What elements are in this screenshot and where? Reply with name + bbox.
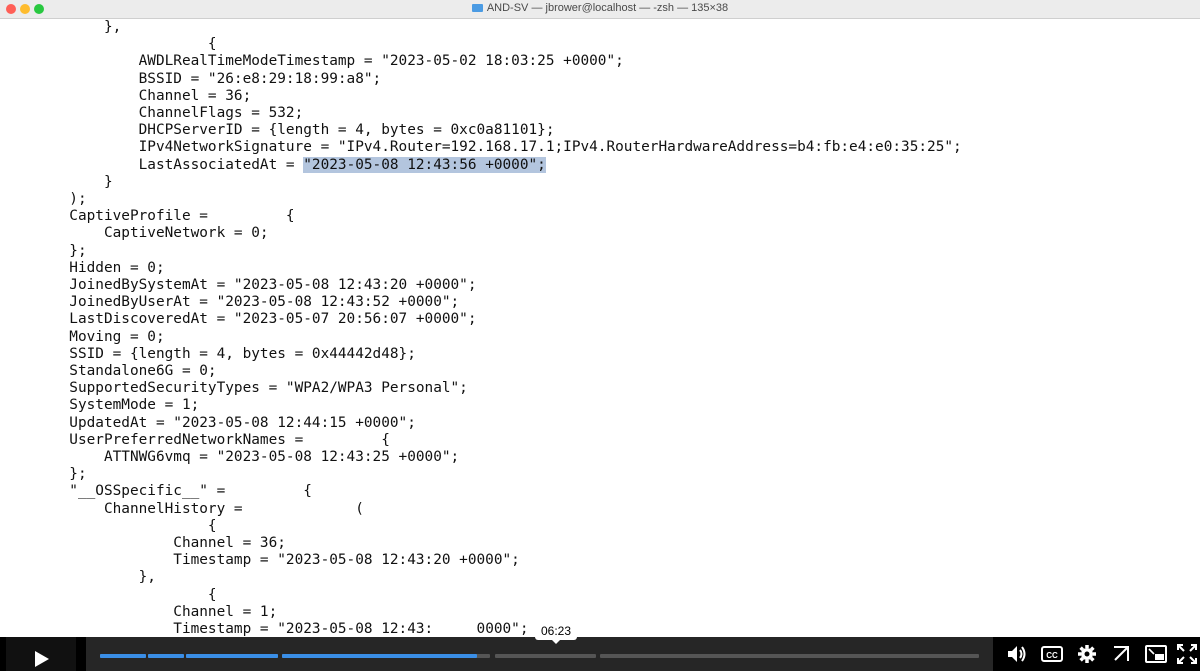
terminal-line: };	[0, 466, 87, 483]
play-icon	[35, 650, 49, 667]
terminal-line: },	[0, 19, 122, 35]
captions-button[interactable]: CC	[1041, 644, 1063, 664]
selected-text: "2023-05-08 12:43:56 +0000";	[303, 156, 546, 173]
timeline-progress-fill	[100, 654, 146, 658]
video-timeline[interactable]: 06:23	[86, 622, 993, 671]
terminal-line: Timestamp = "2023-05-08 12:43:20 +0000";	[0, 552, 520, 569]
volume-icon	[1008, 646, 1026, 662]
timeline-chapter-segment[interactable]	[282, 654, 490, 658]
terminal-line: },	[0, 569, 156, 586]
terminal-line: {	[0, 586, 217, 603]
terminal-line: Channel = 36;	[0, 535, 286, 551]
timeline-time-tooltip: 06:23	[535, 622, 577, 644]
terminal-line: SystemMode = 1;	[0, 397, 200, 414]
terminal-line: BSSID = "26:e8:29:18:99:a8";	[0, 70, 382, 87]
terminal-line: LastDiscoveredAt = "2023-05-07 20:56:07 …	[0, 311, 477, 328]
window-titlebar: AND-SV — jbrower@localhost — -zsh — 135×…	[0, 0, 1200, 19]
terminal-line: UserPreferredNetworkNames = {	[0, 431, 390, 448]
fullscreen-icon	[1177, 644, 1197, 664]
terminal-line: CaptiveProfile = {	[0, 208, 295, 225]
terminal-line: };	[0, 242, 87, 259]
timeline-progress-fill	[186, 654, 278, 658]
captions-label: CC	[1046, 651, 1058, 660]
terminal-line: JoinedByUserAt = "2023-05-08 12:43:52 +0…	[0, 294, 460, 311]
gear-icon	[1078, 645, 1096, 663]
timeline-progress-fill	[282, 654, 478, 658]
share-button[interactable]	[1111, 644, 1133, 664]
terminal-line: ChannelFlags = 532;	[0, 105, 304, 121]
terminal-line: Hidden = 0;	[0, 259, 165, 276]
picture-in-picture-icon	[1145, 645, 1167, 663]
terminal-line: LastAssociatedAt = "2023-05-08 12:43:56 …	[0, 156, 546, 174]
terminal-line-text: LastAssociatedAt =	[0, 156, 304, 173]
terminal-line: Channel = 36;	[0, 87, 252, 104]
timeline-chapter-segment[interactable]	[600, 654, 979, 658]
volume-button[interactable]	[1006, 644, 1028, 664]
captions-icon: CC	[1041, 646, 1063, 662]
terminal-line: ChannelHistory = (	[0, 500, 364, 517]
terminal-line: SupportedSecurityTypes = "WPA2/WPA3 Pers…	[0, 380, 468, 397]
terminal-line: UpdatedAt = "2023-05-08 12:44:15 +0000";	[0, 414, 416, 431]
terminal-line: }	[0, 173, 113, 190]
timeline-progress-fill	[148, 654, 184, 658]
terminal-line: );	[0, 191, 87, 207]
terminal-line: {	[0, 36, 217, 53]
terminal-line: Standalone6G = 0;	[0, 363, 217, 379]
terminal-line-tail: 0000";	[476, 621, 529, 637]
terminal-line: SSID = {length = 4, bytes = 0x44442d48};	[0, 345, 416, 362]
window-title-text: AND-SV — jbrower@localhost — -zsh — 135×…	[486, 2, 729, 14]
timeline-chapter-segment[interactable]	[100, 654, 146, 658]
terminal-line: CaptiveNetwork = 0;	[0, 225, 269, 242]
timeline-chapter-segment[interactable]	[495, 654, 596, 658]
folder-icon	[471, 4, 483, 12]
terminal-line: ATTNWG6vmq = "2023-05-08 12:43:25 +0000"…	[0, 449, 460, 465]
video-player-controls: 06:23 CC	[0, 622, 1200, 671]
play-button[interactable]	[6, 637, 76, 671]
terminal-line: Channel = 1;	[0, 603, 278, 620]
terminal-line: IPv4NetworkSignature = "IPv4.Router=192.…	[0, 139, 962, 156]
terminal-line: "__OSSpecific__" = {	[0, 483, 312, 500]
terminal-line: Timestamp = "2023-05-08 12:43: 0000";	[0, 621, 529, 637]
settings-button[interactable]	[1076, 644, 1098, 664]
terminal-output[interactable]: }, { AWDLRealTimeModeTimestamp = "2023-0…	[0, 19, 1200, 637]
fullscreen-button[interactable]	[1177, 644, 1199, 664]
terminal-line: AWDLRealTimeModeTimestamp = "2023-05-02 …	[0, 53, 624, 70]
window-title: AND-SV — jbrower@localhost — -zsh — 135×…	[0, 2, 1200, 14]
timeline-chapter-segment[interactable]	[186, 654, 278, 658]
timeline-chapter-segment[interactable]	[148, 654, 184, 658]
share-icon	[1114, 646, 1129, 661]
terminal-line: Moving = 0;	[0, 328, 165, 345]
terminal-line: JoinedBySystemAt = "2023-05-08 12:43:20 …	[0, 277, 477, 293]
picture-in-picture-button[interactable]	[1145, 644, 1167, 664]
terminal-line: DHCPServerID = {length = 4, bytes = 0xc0…	[0, 122, 555, 139]
terminal-line-text: Timestamp = "2023-05-08 12:43:	[0, 621, 434, 637]
terminal-line: {	[0, 517, 217, 534]
